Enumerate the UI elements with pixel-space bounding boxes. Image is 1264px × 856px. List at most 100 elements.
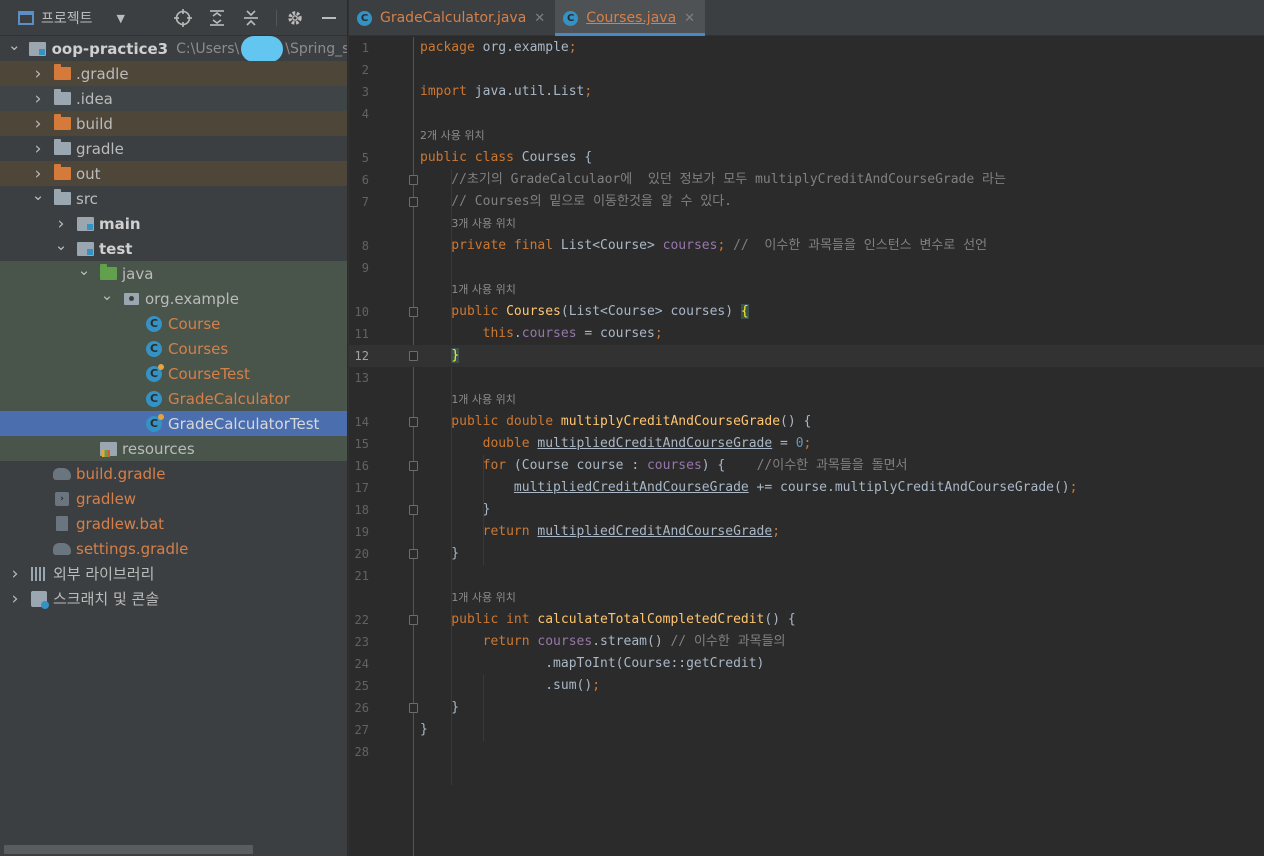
code-line[interactable]: 7 // Courses의 밑으로 이동한것을 알 수 있다. <box>349 191 1264 213</box>
usages-hint[interactable]: 1개 사용 위치 <box>451 279 516 301</box>
usages-hint[interactable]: 2개 사용 위치 <box>420 125 485 147</box>
fold-marker-icon[interactable] <box>409 615 418 625</box>
line-number: 20 <box>354 547 369 561</box>
code-area[interactable]: 1 package org.example; 2 3 import java.util.… <box>349 37 1264 856</box>
code-token: multipliedCreditAndCourseGrade <box>537 436 773 451</box>
code-line[interactable]: 5 public class Courses { <box>349 147 1264 169</box>
java-class-icon: C <box>145 390 163 407</box>
tree-item[interactable]: › main <box>0 211 347 236</box>
tree-item[interactable]: › 외부 라이브러리 <box>0 561 347 586</box>
usages-hint[interactable]: 1개 사용 위치 <box>451 587 516 609</box>
code-line[interactable]: 15 double multipliedCreditAndCourseGrade… <box>349 433 1264 455</box>
chevron-down-icon[interactable]: ⌄ <box>8 36 21 54</box>
fold-marker-icon[interactable] <box>409 417 418 427</box>
code-line[interactable]: 2 <box>349 59 1264 81</box>
chevron-down-icon[interactable]: ⌄ <box>77 261 91 279</box>
code-line[interactable]: 12 } <box>349 345 1264 367</box>
editor-tab[interactable]: C GradeCalculator.java ✕ <box>349 0 555 36</box>
tree-item[interactable]: ⌄ java <box>0 261 347 286</box>
tree-item[interactable]: ⌄ org.example <box>0 286 347 311</box>
fold-marker-icon[interactable] <box>409 197 418 207</box>
code-line[interactable]: 25 .sum(); <box>349 675 1264 697</box>
close-icon[interactable]: ✕ <box>684 11 695 26</box>
tree-item[interactable]: ›CCourseTest <box>0 361 347 386</box>
tree-item[interactable]: › 스크래치 및 콘솔 <box>0 586 347 611</box>
chevron-right-icon[interactable]: › <box>31 139 45 159</box>
code-token: } <box>420 722 428 737</box>
fold-marker-icon[interactable] <box>409 549 418 559</box>
tree-item[interactable]: ›gradlew.bat <box>0 511 347 536</box>
code-line[interactable]: 10 public Courses(List<Course> courses) … <box>349 301 1264 323</box>
tree-item[interactable]: ⌄ src <box>0 186 347 211</box>
fold-marker-icon[interactable] <box>409 351 418 361</box>
code-line[interactable]: 23 return courses.stream() // 이수한 과목들의 <box>349 631 1264 653</box>
code-line[interactable]: 28 <box>349 741 1264 763</box>
tree-item[interactable]: › out <box>0 161 347 186</box>
fold-marker-icon[interactable] <box>409 461 418 471</box>
code-line[interactable]: 8 private final List<Course> courses; //… <box>349 235 1264 257</box>
fold-marker-icon[interactable] <box>409 703 418 713</box>
tree-item[interactable]: ›settings.gradle <box>0 536 347 561</box>
code-line[interactable]: 20 } <box>349 543 1264 565</box>
chevron-right-icon[interactable]: › <box>54 214 68 234</box>
chevron-right-icon[interactable]: › <box>31 89 45 109</box>
code-line[interactable]: 4 <box>349 103 1264 125</box>
chevron-right-icon[interactable]: › <box>8 564 22 584</box>
tree-item[interactable]: ›CGradeCalculator <box>0 386 347 411</box>
code-line[interactable]: 27} <box>349 719 1264 741</box>
code-line[interactable]: 6 //초기의 GradeCalculaor에 있던 정보가 모두 multip… <box>349 169 1264 191</box>
code-line[interactable]: 1 package org.example; <box>349 37 1264 59</box>
chevron-right-icon[interactable]: › <box>8 589 22 609</box>
tree-item[interactable]: › build <box>0 111 347 136</box>
collapse-all-icon[interactable] <box>241 8 261 28</box>
code-line[interactable]: 21 <box>349 565 1264 587</box>
tree-item[interactable]: ›CGradeCalculatorTest <box>0 411 347 436</box>
fold-marker-icon[interactable] <box>409 175 418 185</box>
minimize-icon[interactable] <box>319 8 339 28</box>
tree-item-label: Course <box>168 314 221 333</box>
code-line[interactable]: 19 return multipliedCreditAndCourseGrade… <box>349 521 1264 543</box>
code-line[interactable]: 24 .mapToInt(Course::getCredit) <box>349 653 1264 675</box>
fold-marker-icon[interactable] <box>409 505 418 515</box>
code-line[interactable]: 16 for (Course course : courses) { //이수한… <box>349 455 1264 477</box>
horizontal-scrollbar[interactable] <box>4 845 253 854</box>
code-line[interactable]: 14 public double multiplyCreditAndCourse… <box>349 411 1264 433</box>
line-number: 24 <box>354 657 369 671</box>
tree-item[interactable]: ›CCourses <box>0 336 347 361</box>
chevron-right-icon[interactable]: › <box>31 164 45 184</box>
tree-item[interactable]: ›resources <box>0 436 347 461</box>
tree-item[interactable]: › .gradle <box>0 61 347 86</box>
project-view-selector[interactable]: 프로젝트 ▼ <box>18 8 125 28</box>
code-line[interactable]: 22 public int calculateTotalCompletedCre… <box>349 609 1264 631</box>
code-line[interactable]: 13 <box>349 367 1264 389</box>
code-line[interactable]: 26 } <box>349 697 1264 719</box>
chevron-right-icon[interactable]: › <box>31 114 45 134</box>
chevron-down-icon[interactable]: ⌄ <box>54 236 68 254</box>
locate-icon[interactable] <box>173 8 193 28</box>
usages-hint[interactable]: 3개 사용 위치 <box>451 213 516 235</box>
tree-item[interactable]: ››gradlew <box>0 486 347 511</box>
fold-marker-icon[interactable] <box>409 307 418 317</box>
close-icon[interactable]: ✕ <box>534 11 545 26</box>
editor-tab[interactable]: C Courses.java ✕ <box>555 0 706 36</box>
code-line[interactable]: 3 import java.util.List; <box>349 81 1264 103</box>
code-line[interactable]: 9 <box>349 257 1264 279</box>
code-line[interactable]: 18 } <box>349 499 1264 521</box>
chevron-down-icon[interactable]: ⌄ <box>100 286 114 304</box>
chevron-down-icon[interactable]: ⌄ <box>31 186 45 204</box>
code-token: private final <box>420 238 561 253</box>
code-line[interactable]: 11 this.courses = courses; <box>349 323 1264 345</box>
tree-item[interactable]: › .idea <box>0 86 347 111</box>
chevron-right-icon[interactable]: › <box>31 64 45 84</box>
project-window-icon <box>18 11 34 25</box>
code-line[interactable]: 17 multipliedCreditAndCourseGrade += cou… <box>349 477 1264 499</box>
gear-icon[interactable] <box>285 8 305 28</box>
tree-item[interactable]: ⌄ test <box>0 236 347 261</box>
code-text: multipliedCreditAndCourseGrade += course… <box>420 477 1078 499</box>
expand-all-icon[interactable] <box>207 8 227 28</box>
tree-item[interactable]: ›build.gradle <box>0 461 347 486</box>
tree-item[interactable]: › gradle <box>0 136 347 161</box>
tree-item[interactable]: ›CCourse <box>0 311 347 336</box>
tree-item[interactable]: ⌄ oop-practice3 C:\Users\ \Spring_stu <box>0 35 347 62</box>
usages-hint[interactable]: 1개 사용 위치 <box>451 389 516 411</box>
